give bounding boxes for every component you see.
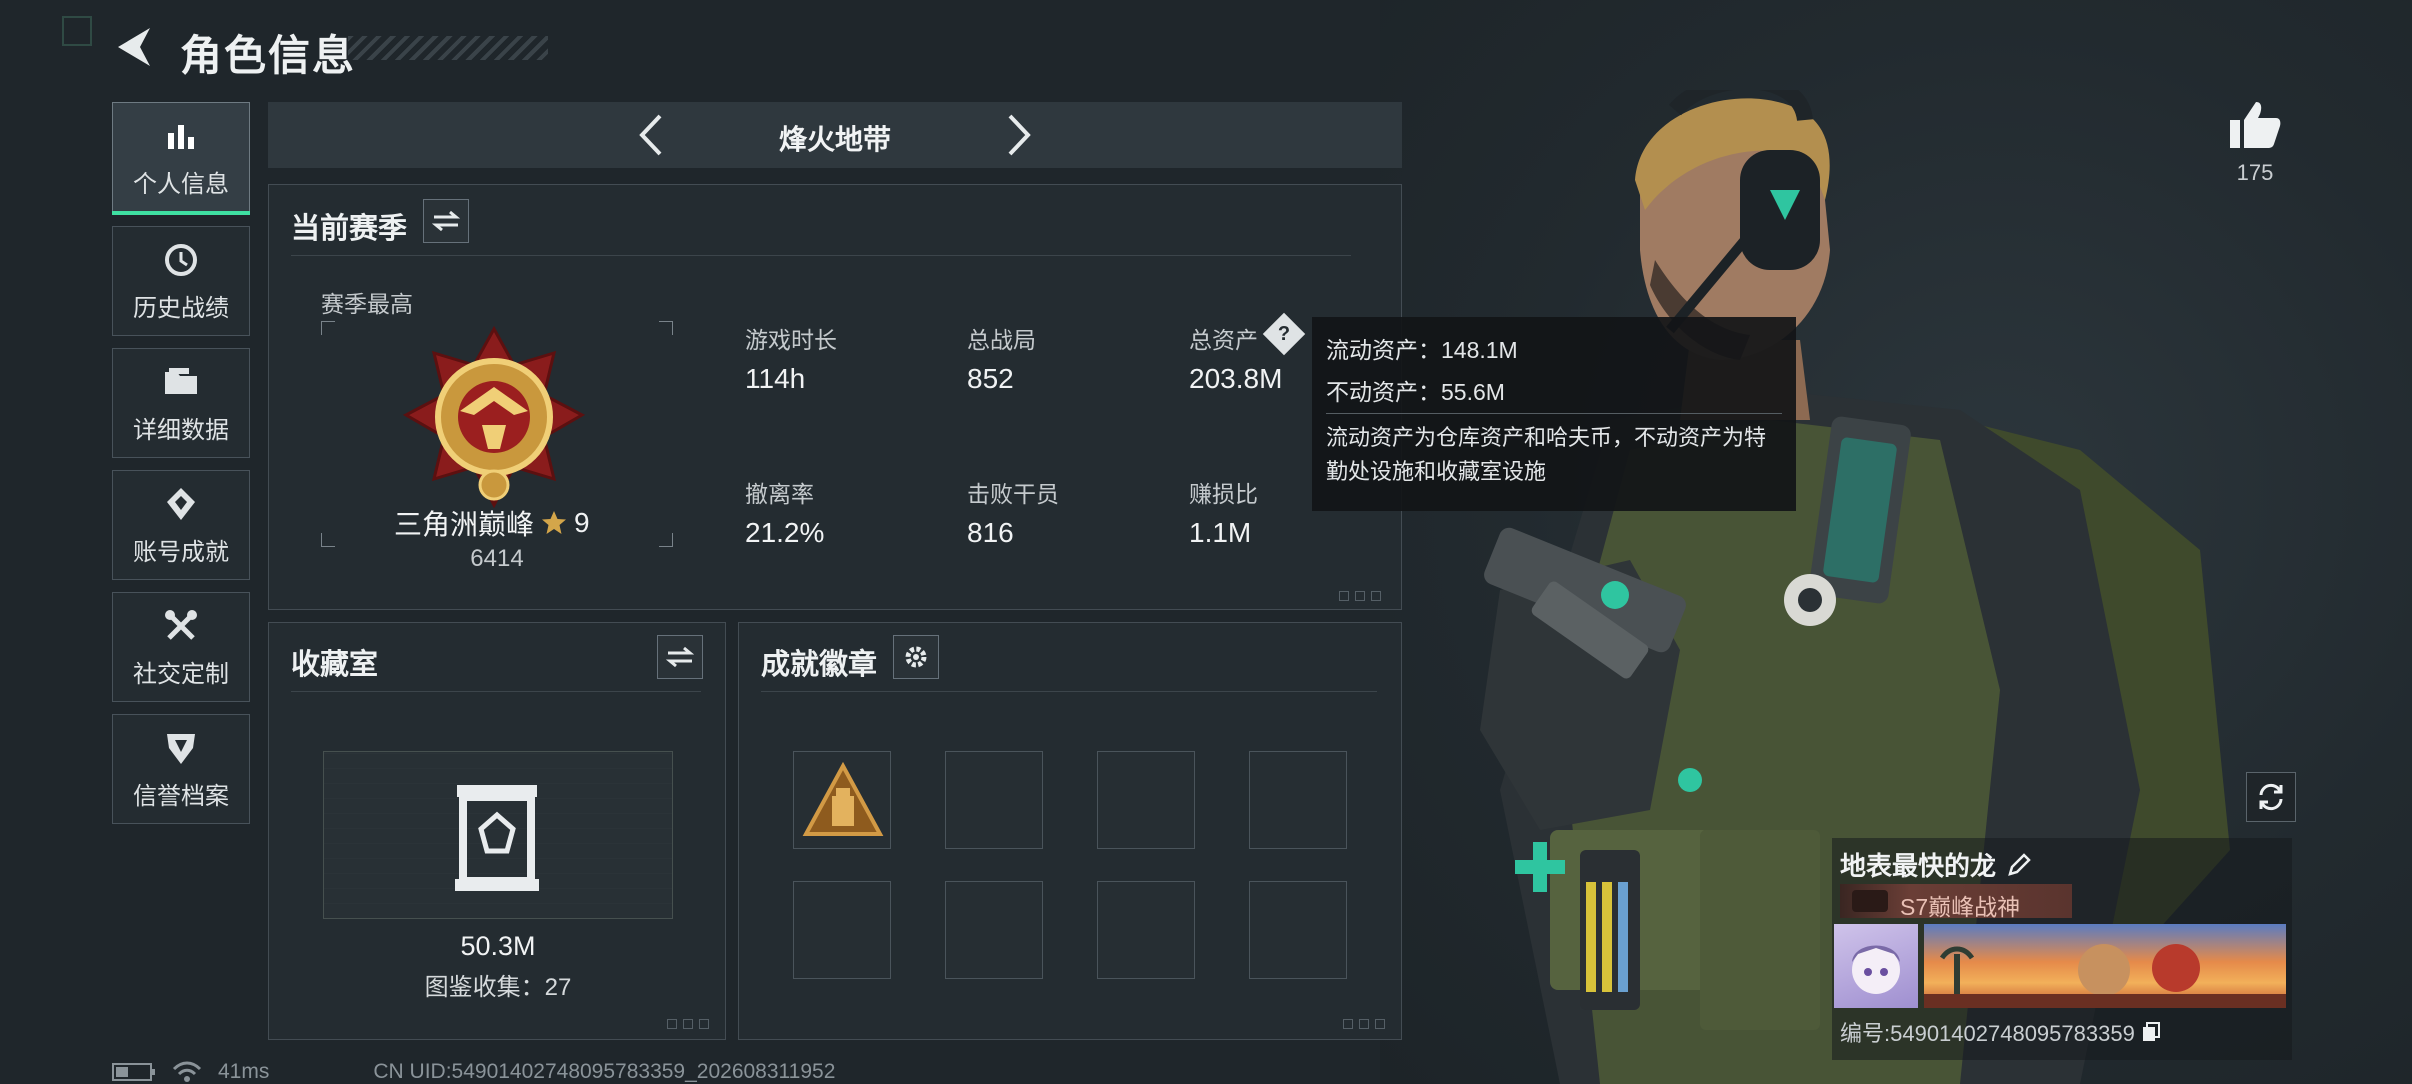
- sidebar-item-detailed-data[interactable]: 详细数据: [112, 348, 250, 458]
- collection-title: 收藏室: [291, 649, 379, 681]
- stat-label-extraction-rate: 撤离率: [745, 481, 814, 507]
- achievement-icon: [161, 484, 201, 524]
- tooltip-liquid-assets: 流动资产：148.1M: [1326, 337, 1518, 363]
- badge-slot-3[interactable]: [1097, 751, 1195, 849]
- like-thumb-icon[interactable]: [2228, 100, 2282, 150]
- player-id: 编号:549014027480957833​59: [1840, 1021, 2135, 1046]
- settings-gear-icon[interactable]: [893, 635, 939, 679]
- avatar[interactable]: [1834, 924, 1918, 1008]
- badge-slot-8[interactable]: [1249, 881, 1347, 979]
- edit-pencil-icon[interactable]: [2006, 852, 2032, 878]
- stat-value-total-assets: 203.8M: [1189, 363, 1283, 394]
- divider: [1326, 413, 1782, 414]
- rank-name-row: 三角洲巅峰 9: [394, 503, 590, 543]
- stat-label-operators-defeated: 击败干员: [967, 481, 1059, 507]
- stat-value-profit-ratio: 1.1M: [1189, 517, 1252, 548]
- sidebar-item-label: 历史战绩: [133, 294, 229, 322]
- player-name: 地表最快的龙: [1840, 851, 1997, 881]
- collection-room-icon: [455, 785, 539, 891]
- tooltip-note: 流动资产为仓库资产和哈夫币，不动资产为特勤处设施和收藏室设施: [1326, 425, 1767, 484]
- stat-value-total-matches: 852: [967, 363, 1014, 394]
- pyramid-badge-icon: [802, 761, 884, 836]
- sidebar-item-credit-record[interactable]: 信誉档案: [112, 714, 250, 824]
- title-decoration: [348, 36, 548, 60]
- wifi-icon: [172, 1061, 202, 1082]
- stat-label-playtime: 游戏时长: [745, 327, 837, 353]
- divider: [761, 691, 1377, 692]
- mode-selector: 烽火地带: [268, 102, 1402, 168]
- like-count: 175: [2236, 160, 2274, 185]
- copy-icon[interactable]: [2141, 1021, 2161, 1043]
- rank-emblem-icon: [402, 325, 586, 509]
- collection-count: 图鉴收集：27: [424, 974, 572, 1001]
- dragon-emblem-icon: [1852, 890, 1888, 912]
- divider: [291, 691, 701, 692]
- sidebar-item-label: 详细数据: [133, 416, 229, 444]
- season-best-label: 赛季最高: [321, 291, 413, 317]
- sidebar-item-personal-info[interactable]: 个人信息: [112, 102, 250, 215]
- sidebar-item-match-history[interactable]: 历史战绩: [112, 226, 250, 336]
- season-panel: 当前赛季 赛季最高 三角洲巅峰 9 6414 游戏时长 114h 总战局 852…: [268, 184, 1402, 610]
- sidebar-item-achievements[interactable]: 账号成就: [112, 470, 250, 580]
- stat-value-extraction-rate: 21.2%: [745, 517, 825, 548]
- rank-name: 三角洲巅峰: [394, 509, 535, 540]
- back-arrow-icon[interactable]: [110, 22, 160, 72]
- rank-stars: 9: [574, 507, 590, 538]
- assets-tooltip: 流动资产：148.1M 不动资产：55.6M 流动资产为仓库资产和哈夫币，不动资…: [1312, 317, 1796, 511]
- badges-panel: 成就徽章: [738, 622, 1402, 1040]
- title-banner: S7巅峰战神: [1840, 884, 2072, 920]
- stat-value-playtime: 114h: [745, 363, 806, 394]
- page-title: 角色信息: [180, 32, 357, 79]
- sidebar-item-label: 社交定制: [133, 660, 229, 688]
- badge-slot-6[interactable]: [945, 881, 1043, 979]
- shield-icon: [161, 728, 201, 768]
- rank-points: 6414: [470, 545, 524, 572]
- swap-icon[interactable]: [657, 635, 703, 679]
- user-uid: CN UID:54901402748095783359_202608311952: [373, 1060, 836, 1083]
- player-name-row: 地表最快的龙: [1840, 846, 2032, 883]
- badge-slot-1[interactable]: [793, 751, 891, 849]
- star-icon: [542, 511, 567, 534]
- divider: [291, 255, 1351, 256]
- swap-icon[interactable]: [423, 199, 469, 243]
- collection-value: 50.3M: [460, 931, 536, 961]
- sidebar-item-label: 信誉档案: [133, 782, 229, 810]
- corner-decoration: [667, 1019, 717, 1031]
- badge-slot-7[interactable]: [1097, 881, 1195, 979]
- title-banner-text: S7巅峰战神: [1900, 894, 2021, 920]
- stat-label-profit-ratio: 赚损比: [1189, 481, 1258, 507]
- badges-title: 成就徽章: [761, 649, 878, 681]
- player-id-row: 编号:549014027480957833​59: [1840, 1016, 2161, 1048]
- profile-banner-image: [1924, 924, 2286, 1008]
- corner-decoration: [1343, 1019, 1393, 1031]
- tools-icon: [161, 606, 201, 646]
- profile-card: 地表最快的龙 S7巅峰战神 编号:549014027480957833​59: [1832, 838, 2292, 1060]
- season-title: 当前赛季: [291, 213, 408, 245]
- stat-label-total-assets: 总资产: [1189, 327, 1258, 353]
- stat-label-total-matches: 总战局: [967, 327, 1036, 353]
- corner-marker: [62, 16, 92, 46]
- mode-title: 烽火地带: [778, 124, 891, 155]
- corner-decoration: [1339, 591, 1389, 603]
- help-icon-glyph: ?: [1277, 323, 1291, 345]
- history-icon: [161, 240, 201, 280]
- latency: 41ms: [218, 1060, 270, 1083]
- folder-icon: [161, 362, 201, 402]
- collection-panel: 收藏室 50.3M 图鉴收集：27: [268, 622, 726, 1040]
- sidebar-item-label: 个人信息: [133, 170, 229, 198]
- bar-chart-icon: [161, 116, 201, 156]
- sidebar-item-social-custom[interactable]: 社交定制: [112, 592, 250, 702]
- sidebar-item-label: 账号成就: [133, 538, 229, 566]
- badge-slot-2[interactable]: [945, 751, 1043, 849]
- status-bar: 41ms CN UID:54901402748095783359_2026083…: [112, 1060, 835, 1084]
- battery-icon: [112, 1063, 155, 1081]
- rotate-icon[interactable]: [2246, 772, 2296, 822]
- badge-slot-4[interactable]: [1249, 751, 1347, 849]
- next-mode-icon[interactable]: [992, 110, 1042, 160]
- stat-value-operators-defeated: 816: [967, 517, 1014, 548]
- badge-slot-5[interactable]: [793, 881, 891, 979]
- tooltip-fixed-assets: 不动资产：55.6M: [1326, 379, 1505, 405]
